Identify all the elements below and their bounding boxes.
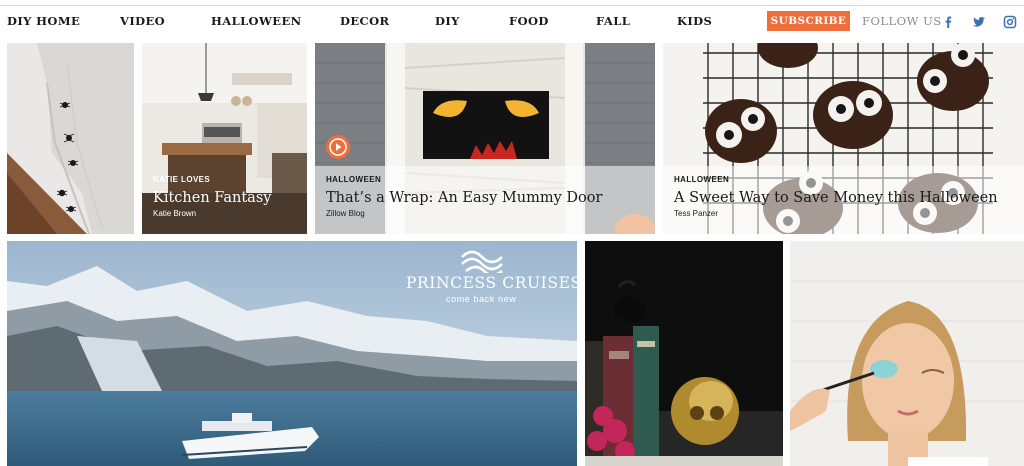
video-play-button[interactable] [326,135,350,159]
nav-item-kids[interactable]: KIDS [677,14,712,28]
tile-category[interactable]: HALLOWEEN [674,175,1012,187]
tile-eyeball-pretzels[interactable]: HALLOWEEN A Sweet Way to Save Money this… [663,43,1024,234]
tile-author[interactable]: Katie Brown [153,209,295,218]
nav-item-diy[interactable]: DIY [435,14,460,28]
nav-item-decor[interactable]: DECOR [340,14,389,28]
tile-kitchen-fantasy[interactable]: KATIE LOVES Kitchen Fantasy Katie Brown [142,43,307,234]
wave-logo-icon [461,250,503,273]
nav-item-diy-home[interactable]: DIY HOME [7,14,80,28]
tile-title[interactable]: A Sweet Way to Save Money this Halloween [674,189,1012,207]
nav-item-halloween[interactable]: HALLOWEEN [211,14,302,28]
tile-spider-tablecloth[interactable] [7,43,134,234]
subscribe-button[interactable]: SUBSCRIBE [767,11,850,31]
twitter-icon[interactable] [972,14,986,28]
tile-mummy-door[interactable]: HALLOWEEN That’s a Wrap: An Easy Mummy D… [315,43,655,234]
instagram-icon[interactable] [1003,14,1017,29]
main-nav: DIY HOME VIDEO HALLOWEEN DECOR DIY FOOD … [0,6,1024,36]
tile-author[interactable]: Tess Panzer [674,209,1012,218]
tile-author[interactable]: Zillow Blog [326,209,643,218]
skull-books-image [585,241,783,466]
kitchen-caption: KATIE LOVES Kitchen Fantasy Katie Brown [142,166,307,234]
facebook-icon[interactable] [941,14,955,28]
tablecloth-image [7,43,134,234]
mummy-caption: HALLOWEEN That’s a Wrap: An Easy Mummy D… [315,166,655,234]
play-icon [329,138,347,156]
follow-us-label: FOLLOW US [862,14,942,28]
nav-item-fall[interactable]: FALL [596,14,630,28]
tile-title[interactable]: That’s a Wrap: An Easy Mummy Door [326,189,643,207]
face-mask-image [790,241,1024,466]
ad-tagline: come back new [446,294,517,304]
nav-item-food[interactable]: FOOD [509,14,549,28]
ad-brand-name: PRINCESS CRUISES [406,274,582,292]
pretzels-caption: HALLOWEEN A Sweet Way to Save Money this… [663,166,1024,234]
tile-halloween-books[interactable] [585,241,783,466]
tile-diy-face-mask[interactable] [790,241,1024,466]
tile-title[interactable]: Kitchen Fantasy [153,189,295,207]
tile-category[interactable]: HALLOWEEN [326,175,643,187]
nav-item-video[interactable]: VIDEO [120,14,165,28]
tile-category[interactable]: KATIE LOVES [153,175,295,187]
